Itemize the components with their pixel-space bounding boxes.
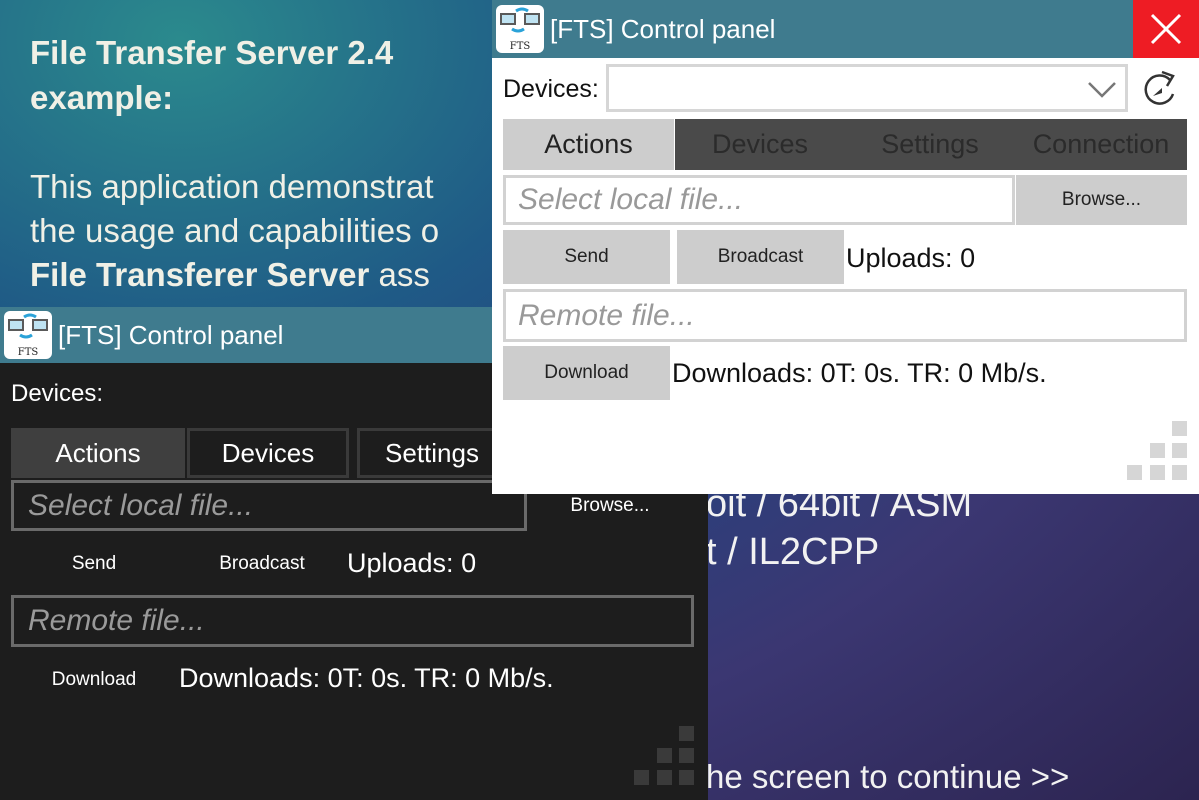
light-panel-titlebar[interactable]: FTS [FTS] Control panel xyxy=(492,0,1199,58)
background-body-rest: ass xyxy=(369,256,430,293)
background-body-bold: File Transferer Server xyxy=(30,256,370,293)
dark-remote-file-input[interactable]: Remote file... xyxy=(11,595,694,647)
background-body-line-2: the usage and capabilities o xyxy=(30,212,440,249)
dark-browse-button[interactable]: Browse... xyxy=(545,491,675,521)
resize-grip-icon[interactable] xyxy=(634,726,696,788)
background-title: File Transfer Server 2.4 example: xyxy=(30,34,394,116)
app-icon-label: FTS xyxy=(18,347,39,358)
app-icon-label: FTS xyxy=(510,41,531,52)
close-button[interactable] xyxy=(1133,0,1199,58)
light-devices-label: Devices: xyxy=(503,75,599,103)
light-browse-button[interactable]: Browse... xyxy=(1016,175,1187,225)
light-remote-file-input[interactable]: Remote file... xyxy=(503,289,1187,342)
close-icon xyxy=(1150,13,1182,45)
light-download-button[interactable]: Download xyxy=(503,346,670,400)
light-local-file-input[interactable]: Select local file... xyxy=(503,175,1015,225)
resize-grip-icon[interactable] xyxy=(1127,421,1189,483)
light-broadcast-button[interactable]: Broadcast xyxy=(677,230,844,284)
refresh-icon xyxy=(1144,70,1175,105)
background-continue-hint[interactable]: he screen to continue >> xyxy=(706,758,1069,796)
devices-dropdown[interactable] xyxy=(606,64,1128,112)
fts-app-icon: FTS xyxy=(496,5,544,53)
light-send-button[interactable]: Send xyxy=(503,230,670,284)
refresh-button[interactable] xyxy=(1140,66,1180,110)
dark-download-button[interactable]: Download xyxy=(11,664,177,696)
background-body-line-1: This application demonstrat xyxy=(30,168,434,205)
dark-tab-settings[interactable]: Settings xyxy=(357,428,507,478)
dark-send-button[interactable]: Send xyxy=(11,548,177,580)
light-tab-connection[interactable]: Connection xyxy=(1015,119,1187,170)
background-lower-line-2: t / IL2CPP xyxy=(706,531,880,573)
dark-broadcast-button[interactable]: Broadcast xyxy=(180,548,344,580)
light-tab-settings[interactable]: Settings xyxy=(845,119,1015,170)
light-tab-actions[interactable]: Actions xyxy=(503,119,674,170)
dark-uploads-status: Uploads: 0 xyxy=(347,548,477,578)
dark-downloads-status: Downloads: 0T: 0s. TR: 0 Mb/s. xyxy=(179,663,554,693)
dark-devices-label: Devices: xyxy=(11,380,104,407)
light-uploads-status: Uploads: 0 xyxy=(846,243,976,273)
dark-panel-title: [FTS] Control panel xyxy=(58,319,284,350)
background-body-line-3: File Transferer Server ass xyxy=(30,253,430,297)
light-downloads-status: Downloads: 0T: 0s. TR: 0 Mb/s. xyxy=(672,358,1047,388)
light-control-panel: FTS [FTS] Control panel Devices: Actions… xyxy=(492,0,1199,494)
light-panel-title: [FTS] Control panel xyxy=(550,13,776,44)
chevron-down-icon xyxy=(1088,82,1116,98)
dark-tab-actions[interactable]: Actions xyxy=(11,428,185,478)
fts-app-icon: FTS xyxy=(4,311,52,359)
dark-tab-devices[interactable]: Devices xyxy=(187,428,349,478)
dark-local-file-input[interactable]: Select local file... xyxy=(11,480,527,531)
light-tab-devices[interactable]: Devices xyxy=(675,119,845,170)
